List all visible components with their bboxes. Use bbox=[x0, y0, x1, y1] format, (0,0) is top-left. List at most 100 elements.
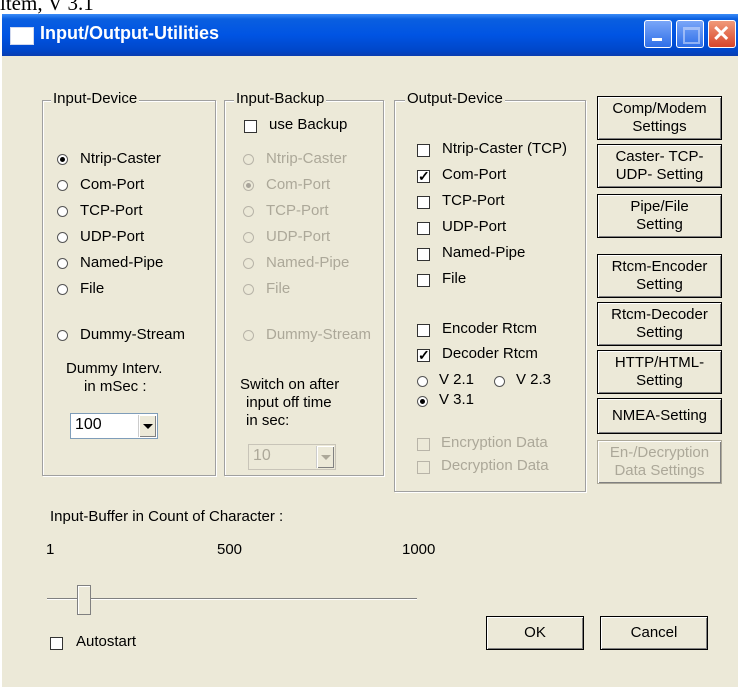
rtcm-encoder-label-2: Setting bbox=[636, 276, 683, 293]
input-radio-ntrip-caster[interactable] bbox=[57, 154, 68, 165]
autostart-checkbox[interactable] bbox=[50, 637, 63, 650]
output-checkbox-0[interactable] bbox=[417, 144, 430, 157]
backup-label-com-port: Com-Port bbox=[266, 176, 331, 193]
output-checkbox-3[interactable] bbox=[417, 222, 430, 235]
input-buffer-label: Input-Buffer in Count of Character : bbox=[50, 508, 284, 525]
dummy-interval-label: Dummy Interv. bbox=[66, 360, 163, 377]
encoder-rtcm-label: Encoder Rtcm bbox=[442, 320, 538, 337]
dummy-interval-unit-label: in mSec : bbox=[84, 378, 147, 395]
decryption-data-checkbox[interactable] bbox=[417, 461, 430, 474]
input-buffer-slider-thumb[interactable] bbox=[76, 585, 91, 615]
input-label-dummy-stream: Dummy-Stream bbox=[80, 326, 186, 343]
pipe-file-label-1: Pipe/File bbox=[630, 198, 689, 215]
input-radio-com-port[interactable] bbox=[57, 180, 68, 191]
use-backup-checkbox[interactable] bbox=[244, 120, 257, 133]
input-backup-title: Input-Backup bbox=[234, 90, 327, 107]
input-device-title: Input-Device bbox=[51, 90, 140, 107]
backup-radio-file[interactable] bbox=[243, 284, 254, 295]
switch-on-time-select[interactable]: 10 bbox=[248, 444, 336, 470]
dialog-window: Input/Output-Utilities ✕ Input-Device Nt… bbox=[2, 14, 738, 687]
buffer-tick-mid: 500 bbox=[217, 541, 243, 558]
caster-tcp-udp-setting-button[interactable]: Caster- TCP- UDP- Setting bbox=[597, 144, 722, 188]
input-label-com-port: Com-Port bbox=[80, 176, 145, 193]
input-radio-tcp-port[interactable] bbox=[57, 206, 68, 217]
backup-label-named-pipe: Named-Pipe bbox=[266, 254, 350, 271]
backup-radio-udp-port[interactable] bbox=[243, 232, 254, 243]
comp-modem-label-2: Settings bbox=[632, 118, 687, 135]
rtcm-encoder-setting-button[interactable]: Rtcm-Encoder Setting bbox=[597, 254, 722, 298]
nmea-label: NMEA-Setting bbox=[611, 407, 708, 424]
pipe-file-setting-button[interactable]: Pipe/File Setting bbox=[597, 194, 722, 238]
caster-tcp-label-1: Caster- TCP- bbox=[615, 148, 704, 165]
backup-radio-com-port[interactable] bbox=[243, 180, 254, 191]
output-label-2: TCP-Port bbox=[442, 192, 505, 209]
chevron-down-icon[interactable] bbox=[316, 446, 334, 468]
switch-on-time-value: 10 bbox=[253, 447, 271, 464]
buffer-tick-min: 1 bbox=[46, 541, 55, 558]
backup-radio-tcp-port[interactable] bbox=[243, 206, 254, 217]
window-icon bbox=[10, 27, 34, 45]
cancel-button[interactable]: Cancel bbox=[600, 616, 708, 650]
nmea-setting-button[interactable]: NMEA-Setting bbox=[597, 398, 722, 434]
input-radio-file[interactable] bbox=[57, 284, 68, 295]
input-buffer-slider-track[interactable] bbox=[47, 598, 417, 600]
output-label-3: UDP-Port bbox=[442, 218, 507, 235]
en-decryption-label-2: Data Settings bbox=[614, 462, 705, 479]
output-label-1: Com-Port bbox=[442, 166, 507, 183]
output-checkbox-5[interactable] bbox=[417, 274, 430, 287]
decryption-data-label: Decryption Data bbox=[441, 457, 549, 474]
title-bar[interactable]: Input/Output-Utilities ✕ bbox=[2, 14, 738, 56]
input-label-udp-port: UDP-Port bbox=[80, 228, 145, 245]
backup-label-file: File bbox=[266, 280, 291, 297]
dummy-interval-value: 100 bbox=[75, 416, 102, 433]
encoder-rtcm-checkbox[interactable] bbox=[417, 324, 430, 337]
switch-on-label-1: Switch on after bbox=[240, 376, 340, 393]
version-label-2-3: V 2.3 bbox=[516, 371, 552, 388]
output-label-0: Ntrip-Caster (TCP) bbox=[442, 140, 568, 157]
backup-radio-named-pipe[interactable] bbox=[243, 258, 254, 269]
comp-modem-label-1: Comp/Modem bbox=[612, 100, 707, 117]
input-radio-named-pipe[interactable] bbox=[57, 258, 68, 269]
output-checkbox-2[interactable] bbox=[417, 196, 430, 209]
version-label-3-1: V 3.1 bbox=[439, 391, 475, 408]
check-icon: ✓ bbox=[418, 168, 430, 184]
encryption-data-checkbox[interactable] bbox=[417, 438, 430, 451]
check-icon: ✓ bbox=[418, 347, 430, 363]
ok-button[interactable]: OK bbox=[486, 616, 584, 650]
pipe-file-label-2: Setting bbox=[636, 216, 683, 233]
input-radio-udp-port[interactable] bbox=[57, 232, 68, 243]
rtcm-decoder-setting-button[interactable]: Rtcm-Decoder Setting bbox=[597, 302, 722, 346]
minimize-icon bbox=[652, 38, 662, 41]
version-radio-2-3[interactable] bbox=[494, 376, 505, 387]
maximize-icon bbox=[683, 27, 700, 44]
http-html-label-2: Setting bbox=[636, 372, 683, 389]
en-decryption-label-1: En-/Decryption bbox=[609, 444, 710, 461]
decoder-rtcm-checkbox[interactable]: ✓ bbox=[417, 347, 430, 363]
close-button[interactable]: ✕ bbox=[708, 20, 736, 48]
output-checkbox-4[interactable] bbox=[417, 248, 430, 261]
http-html-setting-button[interactable]: HTTP/HTML- Setting bbox=[597, 350, 722, 394]
output-device-title: Output-Device bbox=[405, 90, 505, 107]
autostart-label: Autostart bbox=[76, 633, 137, 650]
backup-radio-dummy-stream[interactable] bbox=[243, 330, 254, 341]
output-checkbox-1[interactable]: ✓ bbox=[417, 168, 430, 184]
output-label-4: Named-Pipe bbox=[442, 244, 526, 261]
dummy-interval-select[interactable]: 100 bbox=[70, 413, 158, 439]
window-title: Input/Output-Utilities bbox=[40, 23, 219, 43]
version-radio-3-1[interactable] bbox=[417, 396, 428, 407]
backup-label-ntrip-caster: Ntrip-Caster bbox=[266, 150, 347, 167]
switch-on-label-3: in sec: bbox=[246, 412, 290, 429]
cancel-label: Cancel bbox=[630, 624, 678, 641]
comp-modem-settings-button[interactable]: Comp/Modem Settings bbox=[597, 96, 722, 140]
buffer-tick-max: 1000 bbox=[402, 541, 436, 558]
input-label-ntrip-caster: Ntrip-Caster bbox=[80, 150, 161, 167]
backup-label-tcp-port: TCP-Port bbox=[266, 202, 329, 219]
output-label-5: File bbox=[442, 270, 467, 287]
input-radio-dummy-stream[interactable] bbox=[57, 330, 68, 341]
backup-radio-ntrip-caster[interactable] bbox=[243, 154, 254, 165]
version-radio-2-1[interactable] bbox=[417, 376, 428, 387]
ok-label: OK bbox=[524, 624, 546, 641]
minimize-button[interactable] bbox=[644, 20, 672, 48]
chevron-down-icon[interactable] bbox=[138, 415, 156, 437]
en-decryption-data-settings-button[interactable]: En-/Decryption Data Settings bbox=[597, 440, 722, 484]
